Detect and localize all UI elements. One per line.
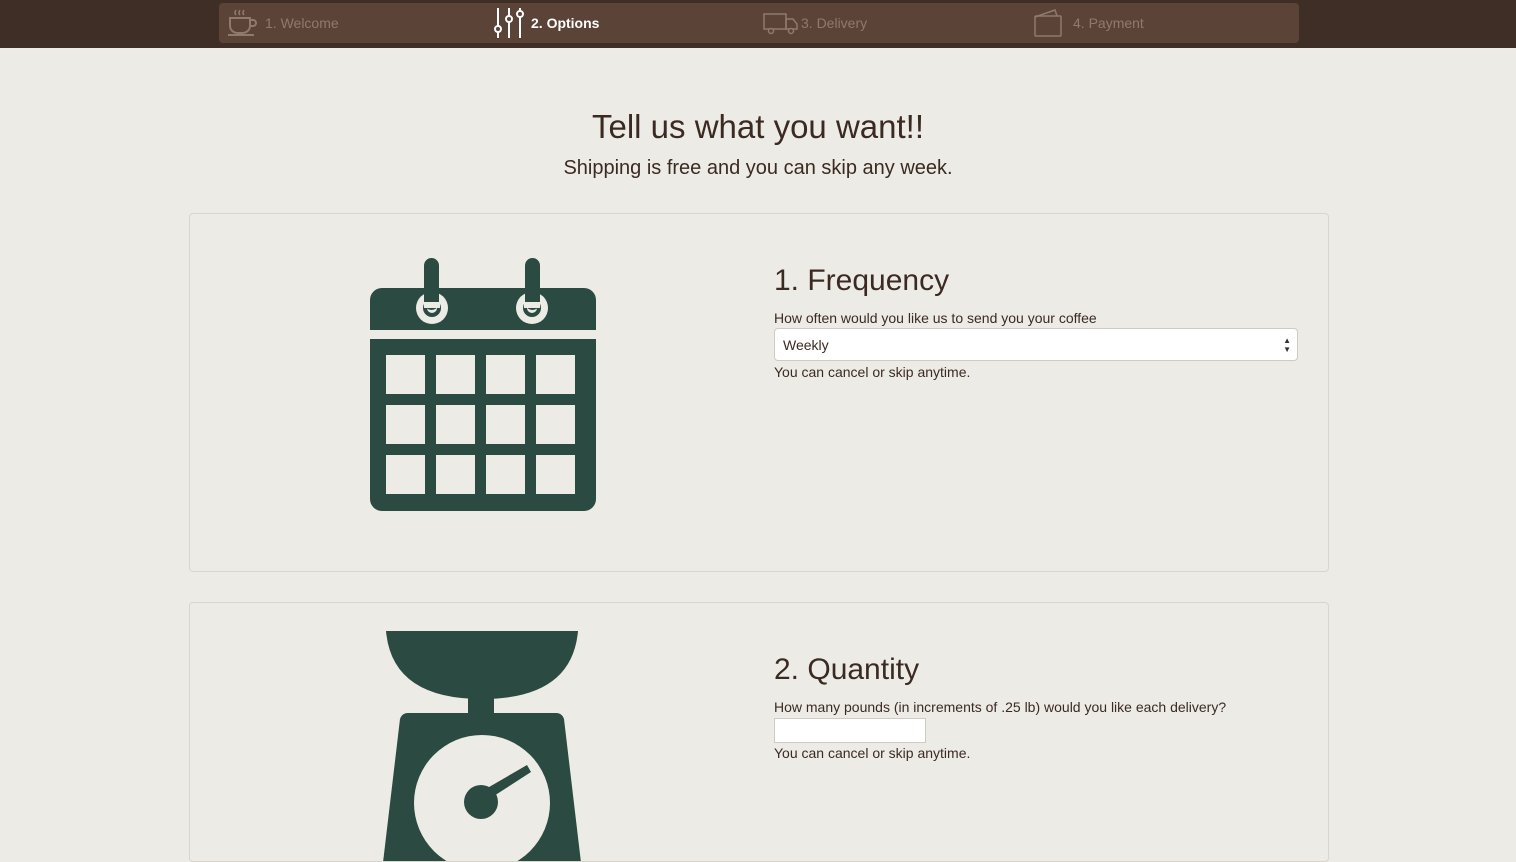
step-payment[interactable]: 4. Payment: [1033, 3, 1144, 43]
step-welcome-label: 1. Welcome: [265, 15, 339, 31]
step-options-label: 2. Options: [531, 15, 600, 31]
quantity-title: 2. Quantity: [774, 653, 920, 686]
quantity-input[interactable]: [774, 718, 926, 743]
step-welcome[interactable]: 1. Welcome: [227, 3, 339, 43]
step-delivery[interactable]: 3. Delivery: [763, 3, 867, 43]
frequency-label: How often would you like us to send you …: [774, 310, 1097, 326]
step-delivery-label: 3. Delivery: [801, 15, 868, 31]
frequency-title: 1. Frequency: [774, 264, 950, 297]
quantity-label: How many pounds (in increments of .25 lb…: [774, 699, 1227, 715]
frequency-select[interactable]: Weekly ▲ ▼: [774, 328, 1298, 361]
frequency-card: 1. Frequency How often would you like us…: [189, 213, 1329, 572]
page-subtitle: Shipping is free and you can skip any we…: [563, 157, 953, 179]
step-navigation: 1. Welcome 2. Options 3. Delivery 4. Pay…: [219, 3, 1299, 43]
quantity-card: 2. Quantity How many pounds (in incremen…: [189, 602, 1329, 862]
top-bar: 1. Welcome 2. Options 3. Delivery 4. Pay…: [0, 0, 1516, 48]
scale-icon: [382, 631, 582, 861]
calendar-icon: [370, 258, 596, 519]
frequency-selected-value: Weekly: [783, 336, 829, 353]
frequency-help: You can cancel or skip anytime.: [774, 364, 971, 380]
sliders-icon: [493, 7, 525, 39]
select-arrows-icon: ▲ ▼: [1283, 336, 1291, 354]
wallet-icon: [1033, 8, 1063, 38]
truck-icon: [763, 11, 799, 35]
quantity-help: You can cancel or skip anytime.: [774, 745, 971, 761]
page-title: Tell us what you want!!: [592, 108, 924, 145]
step-options[interactable]: 2. Options: [493, 3, 599, 43]
coffee-cup-icon: [227, 9, 259, 37]
step-payment-label: 4. Payment: [1073, 15, 1144, 31]
